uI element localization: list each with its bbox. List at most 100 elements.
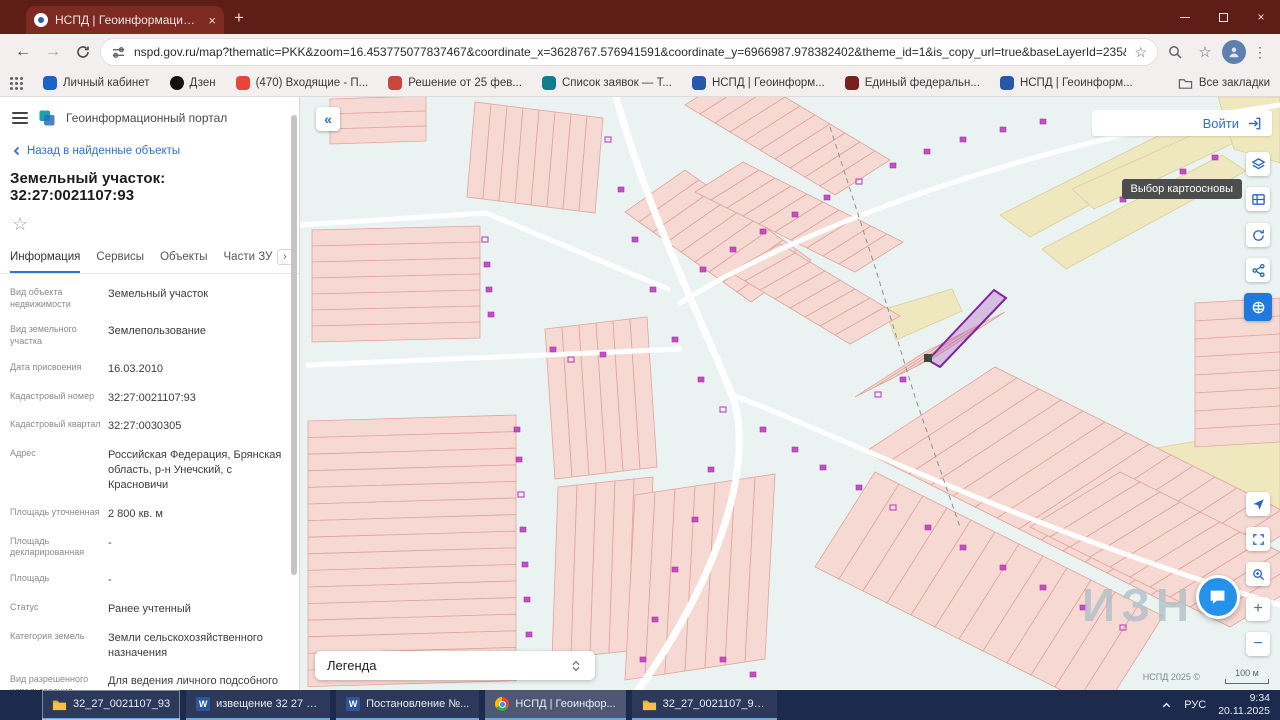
zoom-out-button[interactable]: − [1246, 632, 1270, 656]
zoom-in-button[interactable]: + [1246, 597, 1270, 621]
address-bar[interactable]: nspd.gov.ru/map?thematic=PKK&zoom=16.453… [100, 38, 1158, 66]
search-icon[interactable] [1162, 39, 1188, 65]
all-bookmarks-button[interactable]: Все закладки [1178, 76, 1270, 91]
field-label: Кадастровый квартал [10, 419, 101, 430]
collapse-panel-button[interactable]: « [316, 107, 340, 131]
tray-chevron-icon[interactable] [1161, 700, 1172, 711]
bookmark-item[interactable]: Список заявок — Т... [541, 76, 672, 90]
back-link-label: Назад в найденные объекты [27, 145, 181, 157]
back-link[interactable]: Назад в найденные объекты [12, 145, 287, 157]
bookmark-item[interactable]: Дзен [169, 76, 216, 90]
url-text: nspd.gov.ru/map?thematic=PKK&zoom=16.453… [134, 45, 1127, 59]
taskbar-item[interactable]: W Постановление №... [336, 690, 480, 720]
field-value: 2 800 кв. м [108, 507, 163, 520]
field-row: Кадастровый квартал 32:27:0030305 [10, 412, 285, 441]
taskbar-item[interactable]: НСПД | Геоинфор... [485, 690, 626, 720]
forward-button[interactable]: → [40, 39, 66, 65]
bookmark-favicon [541, 76, 556, 90]
cadastre-map-button[interactable] [1246, 187, 1270, 211]
page-title: Земельный участок: 32:27:0021107:93 [10, 170, 166, 204]
apps-grid-icon[interactable] [10, 76, 23, 90]
share-button[interactable] [1246, 258, 1270, 282]
field-label: Вид земельного участка [10, 324, 77, 347]
basemap-tooltip: Выбор картоосновы [1121, 179, 1242, 199]
window-maximize-button[interactable] [1204, 0, 1242, 34]
field-label: Площадь уточненная [10, 506, 100, 517]
word-icon: W [196, 697, 211, 711]
scale-label: 100 м [1235, 668, 1259, 678]
profile-avatar[interactable] [1222, 40, 1246, 64]
sidebar-panel: Геоинформационный портал Назад в найденн… [0, 97, 300, 690]
basemap-select-button[interactable] [1244, 293, 1272, 321]
bookmark-item[interactable]: (470) Входящие - П... [235, 76, 369, 90]
taskbar-item[interactable]: 32_27_0021107_93 [42, 690, 181, 720]
bookmark-favicon [235, 76, 250, 90]
refresh-button[interactable] [70, 39, 96, 65]
field-value: Ранее учтенный [108, 602, 191, 615]
chat-button[interactable] [1196, 575, 1240, 619]
bookmark-favicon [169, 76, 184, 90]
new-tab-button[interactable]: + [234, 8, 244, 28]
field-value: Земельный участок [108, 288, 209, 300]
legend-label: Легенда [327, 658, 377, 673]
field-row: Площадь - [10, 566, 285, 595]
bookmark-label: (470) Входящие - П... [255, 77, 369, 89]
field-label: Вид объекта недвижимости [10, 287, 71, 309]
bookmark-item[interactable]: Единый федеральн... [844, 76, 980, 90]
bookmark-favicon [43, 76, 57, 90]
taskbar-item[interactable]: Wизвещение 32 27 0... [186, 690, 331, 720]
map-watermark-label: ИЗН [1082, 579, 1195, 631]
share-icon [1251, 263, 1265, 277]
tab-Информация[interactable]: Информация [10, 247, 81, 273]
language-indicator[interactable]: РУС [1184, 699, 1206, 711]
taskbar-item[interactable]: 32_27_0021107_93... [631, 690, 777, 720]
bookmarks-bar: Личный кабинет Дзен (470) Входящие - П... Р… [0, 70, 1280, 97]
bookmark-label: Решение от 25 фев... [408, 77, 522, 89]
window-minimize-button[interactable] [1166, 0, 1204, 34]
bookmark-label: НСПД | Геоинформ... [1019, 77, 1133, 89]
bookmark-star-icon[interactable]: ☆ [1134, 44, 1147, 61]
favorite-star-button[interactable]: ☆ [12, 214, 32, 235]
field-row: Площадь декларированная - [10, 529, 285, 566]
field-label: Адрес [10, 448, 36, 459]
bookmark-item[interactable]: Решение от 25 фев... [388, 76, 522, 90]
login-bar[interactable]: Войти [1092, 110, 1272, 136]
field-value: 32:27:0030305 [108, 420, 182, 433]
bookmark-favicon [388, 76, 403, 90]
tab-Сервисы[interactable]: Сервисы [96, 247, 144, 273]
browser-tab[interactable]: НСПД | Геоинформационный × [26, 6, 224, 34]
window-close-button[interactable]: × [1242, 0, 1280, 34]
bookmark-label: Единый федеральн... [864, 77, 980, 89]
field-label: Вид разрешенного использования [10, 674, 89, 690]
bookmark-item[interactable]: НСПД | Геоинформ... [999, 76, 1133, 90]
sidebar-scrollbar[interactable] [291, 115, 297, 575]
layers-button[interactable] [1246, 152, 1270, 176]
favorites-icon[interactable]: ☆ [1192, 39, 1218, 65]
bookmark-label: Дзен [189, 77, 216, 89]
field-row: Статус Ранее учтенный [10, 595, 285, 624]
bookmark-item[interactable]: Личный кабинет [43, 76, 150, 90]
extent-button[interactable] [1246, 527, 1270, 551]
all-bookmarks-label: Все закладки [1198, 77, 1270, 89]
locate-button[interactable] [1246, 492, 1270, 516]
folder-icon [1178, 78, 1193, 89]
back-button[interactable]: ← [10, 39, 36, 65]
fields: Вид объекта недвижимости Земельный участо… [0, 274, 299, 690]
bookmark-item[interactable]: НСПД | Геоинформ... [691, 76, 825, 90]
windows-taskbar: 32_27_0021107_93 Wизвещение 32 27 0... W По… [0, 690, 1280, 720]
tab-close-icon[interactable]: × [208, 13, 216, 28]
rotate-view-button[interactable] [1246, 223, 1270, 247]
menu-button[interactable] [12, 112, 28, 124]
field-value: - [108, 536, 112, 549]
field-label: Дата присвоения [10, 361, 82, 372]
zoom-area-button[interactable] [1246, 562, 1270, 586]
taskbar-clock[interactable]: 9:34 20.11.2025 [1218, 692, 1270, 718]
tab-Части ЗУ[interactable]: Части ЗУ [224, 247, 273, 273]
browser-menu-icon[interactable]: ⋮ [1250, 44, 1270, 61]
bookmark-label: Список заявок — Т... [561, 77, 672, 89]
word-icon: W [346, 697, 361, 711]
legend-panel[interactable]: Легенда [315, 651, 595, 680]
layers-icon [1251, 157, 1265, 169]
tab-Объекты[interactable]: Объекты [160, 247, 207, 273]
field-row: Площадь уточненная 2 800 кв. м [10, 500, 285, 529]
